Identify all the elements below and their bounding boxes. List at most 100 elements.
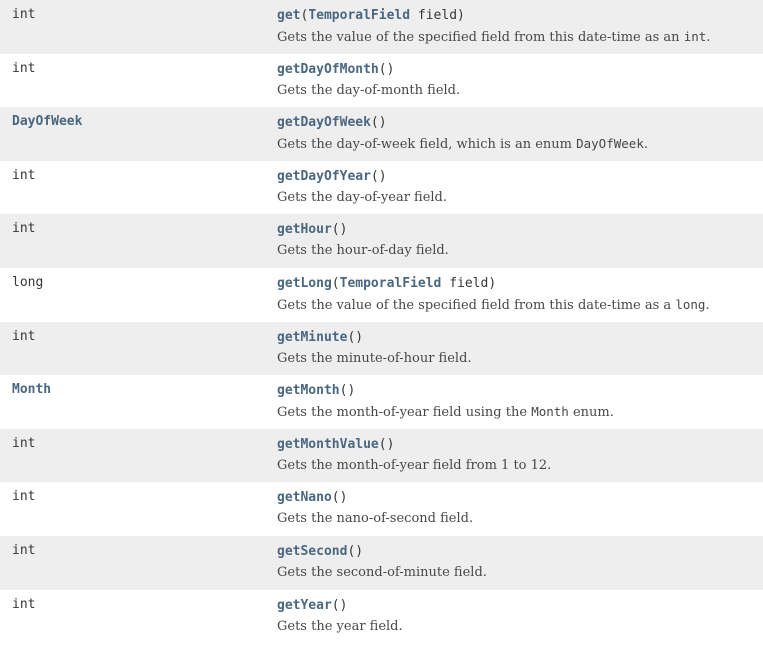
- method-description-cell: getSecond() Gets the second-of-minute fi…: [277, 536, 763, 590]
- method-link[interactable]: getMinute: [277, 330, 347, 345]
- modifier-and-type-cell: int: [0, 214, 277, 268]
- method-link[interactable]: getDayOfMonth: [277, 62, 379, 77]
- method-signature: getMonthValue(): [277, 436, 395, 452]
- method-signature: getHour(): [277, 222, 348, 238]
- table-row: int getNano() Gets the nano-of-second fi…: [0, 482, 763, 536]
- modifier-and-type-cell: int: [0, 482, 277, 536]
- description-text: Gets the value of the specified field fr…: [277, 30, 684, 45]
- return-type: int: [12, 596, 36, 612]
- return-type: int: [12, 221, 36, 237]
- method-description: Gets the minute-of-hour field.: [277, 350, 763, 367]
- return-type: long: [12, 274, 44, 290]
- method-description-cell: getHour() Gets the hour-of-day field.: [277, 214, 763, 268]
- table-row: int getDayOfMonth() Gets the day-of-mont…: [0, 53, 763, 108]
- method-description-cell: getDayOfWeek() Gets the day-of-week fiel…: [277, 107, 763, 161]
- table-row: int getSecond() Gets the second-of-minut…: [0, 535, 763, 590]
- description-code: Month: [531, 404, 569, 420]
- method-description: Gets the day-of-month field.: [277, 82, 763, 99]
- modifier-and-type-cell: int: [0, 0, 277, 54]
- table-row: int getMinute() Gets the minute-of-hour …: [0, 321, 763, 376]
- method-description: Gets the year field.: [277, 618, 763, 635]
- description-text: Gets the day-of-week field, which is an …: [277, 137, 577, 153]
- return-type-link[interactable]: Month: [12, 382, 51, 397]
- description-text: Gets the day-of-month field.: [277, 82, 461, 98]
- description-text: Gets the nano-of-second field.: [277, 511, 474, 527]
- method-signature: getDayOfMonth(): [277, 61, 395, 77]
- return-type: int: [12, 167, 36, 183]
- method-link[interactable]: getDayOfYear: [277, 169, 371, 184]
- method-link[interactable]: getNano: [277, 490, 332, 505]
- method-signature: getMinute(): [277, 329, 364, 345]
- description-text: Gets the second-of-minute field.: [277, 564, 487, 580]
- method-description-cell: getMonthValue() Gets the month-of-year f…: [277, 429, 763, 483]
- param-type-link[interactable]: TemporalField: [308, 8, 410, 23]
- return-type: int: [12, 542, 36, 558]
- description-code: long: [675, 296, 706, 312]
- description-suffix: enum.: [568, 405, 614, 421]
- description-suffix: .: [706, 30, 711, 45]
- method-description: Gets the value of the specified field fr…: [277, 28, 763, 46]
- modifier-and-type-cell: int: [0, 536, 277, 590]
- description-suffix: .: [705, 297, 710, 313]
- modifier-and-type-cell: int: [0, 54, 277, 108]
- modifier-and-type-cell: int: [0, 161, 277, 215]
- method-summary-table: int get(TemporalField field) Gets the va…: [0, 0, 763, 644]
- return-type: int: [12, 7, 36, 22]
- description-code: int: [683, 29, 707, 44]
- method-signature: getMonth(): [277, 383, 356, 399]
- method-link[interactable]: getHour: [277, 222, 332, 237]
- method-signature: getSecond(): [277, 543, 364, 559]
- table-row: DayOfWeek getDayOfWeek() Gets the day-of…: [0, 107, 763, 161]
- modifier-and-type-cell: int: [0, 429, 277, 483]
- description-text: Gets the value of the specified field fr…: [277, 297, 676, 313]
- table-row: long getLong(TemporalField field) Gets t…: [0, 267, 763, 322]
- modifier-and-type-cell: DayOfWeek: [0, 107, 277, 161]
- method-signature: getDayOfYear(): [277, 168, 387, 184]
- param-name: field: [449, 275, 489, 291]
- method-description-cell: getMonth() Gets the month-of-year field …: [277, 375, 763, 429]
- description-text: Gets the month-of-year field using the: [277, 405, 532, 421]
- modifier-and-type-cell: int: [0, 590, 277, 644]
- method-link[interactable]: getYear: [277, 598, 332, 613]
- method-description: Gets the month-of-year field using the M…: [277, 403, 763, 421]
- method-link[interactable]: getSecond: [277, 544, 347, 559]
- method-signature: getNano(): [277, 490, 348, 506]
- table-row: int getDayOfYear() Gets the day-of-year …: [0, 160, 763, 215]
- method-description-cell: getLong(TemporalField field) Gets the va…: [277, 268, 763, 322]
- modifier-and-type-cell: long: [0, 268, 277, 322]
- table-row: int get(TemporalField field) Gets the va…: [0, 0, 763, 54]
- param-type-link[interactable]: TemporalField: [340, 276, 442, 291]
- method-description: Gets the hour-of-day field.: [277, 242, 763, 259]
- method-signature: getLong(TemporalField field): [277, 275, 497, 291]
- method-description-cell: getMinute() Gets the minute-of-hour fiel…: [277, 322, 763, 376]
- description-text: Gets the day-of-year field.: [277, 189, 448, 205]
- description-text: Gets the minute-of-hour field.: [277, 350, 472, 366]
- method-signature: getYear(): [277, 597, 348, 613]
- method-description: Gets the day-of-year field.: [277, 189, 763, 206]
- method-link[interactable]: getMonth: [277, 383, 340, 398]
- return-type: int: [12, 489, 36, 505]
- table-row: int getMonthValue() Gets the month-of-ye…: [0, 428, 763, 483]
- method-description: Gets the day-of-week field, which is an …: [277, 135, 763, 153]
- return-type: int: [12, 435, 36, 451]
- method-signature: get(TemporalField field): [277, 8, 465, 23]
- method-description: Gets the nano-of-second field.: [277, 510, 763, 527]
- method-description: Gets the month-of-year field from 1 to 1…: [277, 457, 763, 474]
- return-type: int: [12, 328, 36, 344]
- table-row: Month getMonth() Gets the month-of-year …: [0, 375, 763, 429]
- description-suffix: .: [643, 137, 648, 153]
- method-description: Gets the value of the specified field fr…: [277, 296, 763, 314]
- method-link[interactable]: getMonthValue: [277, 437, 379, 452]
- table-row: int getHour() Gets the hour-of-day field…: [0, 214, 763, 268]
- return-type-link[interactable]: DayOfWeek: [12, 114, 82, 129]
- description-text: Gets the year field.: [277, 618, 403, 634]
- method-link[interactable]: getDayOfWeek: [277, 115, 371, 130]
- method-link[interactable]: getLong: [277, 276, 332, 291]
- method-description-cell: getYear() Gets the year field.: [277, 590, 763, 644]
- method-description-cell: getDayOfYear() Gets the day-of-year fiel…: [277, 161, 763, 215]
- table-row: int getYear() Gets the year field.: [0, 589, 763, 644]
- method-description-cell: getNano() Gets the nano-of-second field.: [277, 482, 763, 536]
- method-description-cell: get(TemporalField field) Gets the value …: [277, 0, 763, 54]
- param-name: field: [417, 8, 458, 23]
- method-link[interactable]: get: [277, 8, 300, 23]
